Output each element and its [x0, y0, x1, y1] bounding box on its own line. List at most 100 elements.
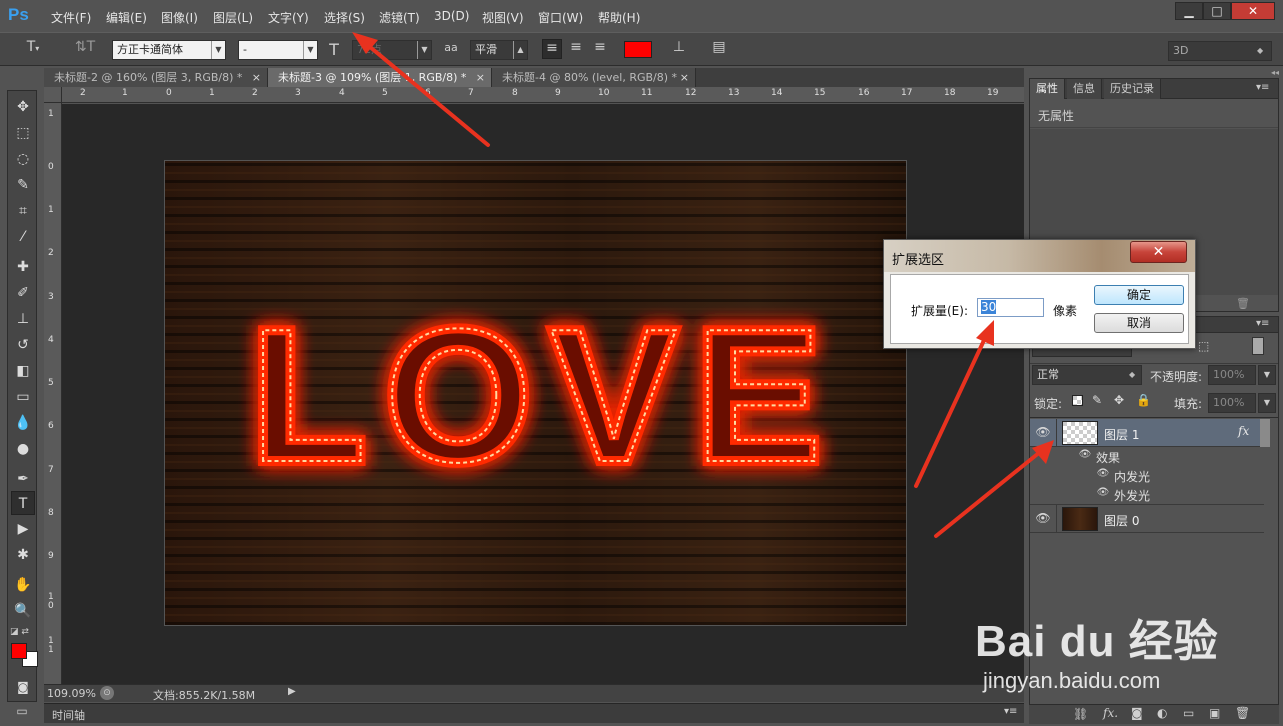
zoom-menu-icon[interactable]: ⊙: [100, 686, 114, 700]
maximize-button[interactable]: □: [1203, 2, 1231, 20]
add-style-icon[interactable]: fx.: [1103, 706, 1118, 720]
crop-tool-icon[interactable]: ⌗: [11, 199, 35, 223]
adjustment-layer-icon[interactable]: ◐: [1157, 706, 1167, 720]
menu-view[interactable]: 视图(V): [482, 9, 524, 26]
eye-icon[interactable]: 👁: [1092, 487, 1114, 498]
link-layers-icon[interactable]: ⛓: [1073, 707, 1088, 721]
align-right-icon[interactable]: ≡: [590, 39, 610, 59]
layer-name[interactable]: 图层 0: [1104, 512, 1139, 529]
menu-3d[interactable]: 3D(D): [434, 9, 469, 23]
layer-name[interactable]: 图层 1: [1104, 426, 1139, 443]
timeline-tab[interactable]: 时间轴: [52, 707, 85, 723]
minimize-button[interactable]: ▁: [1175, 2, 1203, 20]
align-center-icon[interactable]: ≡: [566, 39, 586, 59]
align-left-icon[interactable]: ≡: [542, 39, 562, 59]
type-tool-icon[interactable]: T: [11, 491, 35, 515]
eye-icon[interactable]: 👁: [1032, 511, 1054, 525]
menu-image[interactable]: 图像(I): [161, 9, 198, 26]
quick-mask-icon[interactable]: ◙: [11, 675, 35, 699]
eye-icon[interactable]: 👁: [1092, 468, 1114, 479]
zoom-tool-icon[interactable]: 🔍: [11, 599, 35, 623]
add-mask-icon[interactable]: ◙: [1131, 706, 1143, 720]
smart-object-filter-icon[interactable]: ⬚: [1198, 339, 1209, 353]
hand-tool-icon[interactable]: ✋: [11, 573, 35, 597]
close-window-button[interactable]: ✕: [1231, 2, 1275, 20]
menu-file[interactable]: 文件(F): [51, 9, 91, 26]
chevron-down-icon[interactable]: ▼: [1258, 365, 1276, 385]
menu-select[interactable]: 选择(S): [324, 9, 365, 26]
text-color-swatch[interactable]: [624, 41, 652, 58]
toggle-orientation-icon[interactable]: ⇅T: [74, 39, 96, 59]
type-tool-preset-icon[interactable]: T▾: [22, 39, 44, 59]
cancel-button[interactable]: 取消: [1094, 313, 1184, 333]
panel-menu-icon[interactable]: ▾≡: [1256, 318, 1269, 329]
character-panel-icon[interactable]: ▤: [708, 39, 730, 59]
history-brush-tool-icon[interactable]: ↺: [11, 333, 35, 357]
quick-select-tool-icon[interactable]: ✎: [11, 173, 35, 197]
layer-row-layer1[interactable]: 👁 图层 1 fx: [1030, 419, 1264, 447]
eye-icon[interactable]: 👁: [1032, 425, 1054, 439]
zoom-level[interactable]: 109.09%: [47, 687, 96, 700]
new-layer-icon[interactable]: ▣: [1209, 706, 1220, 720]
status-menu-arrow-icon[interactable]: ▶: [288, 686, 296, 697]
horizontal-ruler[interactable]: 2 1 0 1 2 3 4 5 6 7 8 9 10 11 12 13 14 15 16 17 18 19: [62, 87, 1024, 103]
lock-all-icon[interactable]: 🔒: [1136, 393, 1151, 407]
document-canvas[interactable]: LOVE LOVE: [164, 160, 907, 626]
new-group-icon[interactable]: ▭: [1183, 706, 1194, 720]
dodge-tool-icon[interactable]: ●: [11, 437, 35, 461]
screen-mode-icon[interactable]: ▭: [7, 704, 37, 724]
blur-tool-icon[interactable]: 💧: [11, 411, 35, 435]
lock-transparent-pixels-icon[interactable]: [1072, 395, 1084, 407]
panel-menu-icon[interactable]: ▾≡: [1004, 706, 1017, 717]
menu-help[interactable]: 帮助(H): [598, 9, 640, 26]
tab-history[interactable]: 历史记录: [1104, 79, 1161, 99]
warp-text-icon[interactable]: ⊥: [668, 39, 690, 59]
workspace-select[interactable]: 3D ◆: [1168, 41, 1272, 61]
close-tab-icon[interactable]: ×: [680, 68, 689, 87]
ruler-origin[interactable]: [44, 87, 62, 103]
font-family-select[interactable]: 方正卡通简体 ▼: [112, 40, 226, 60]
font-style-select[interactable]: - ▼: [238, 40, 318, 60]
path-selection-tool-icon[interactable]: ▶: [11, 517, 35, 541]
panel-menu-icon[interactable]: ▾≡: [1256, 82, 1269, 93]
eye-icon[interactable]: 👁: [1074, 449, 1096, 460]
close-tab-icon[interactable]: ×: [476, 68, 485, 87]
menu-filter[interactable]: 滤镜(T): [379, 9, 420, 26]
tab-document-4[interactable]: 未标题-4 @ 80% (level, RGB/8) * ×: [492, 68, 696, 87]
trash-icon[interactable]: 🗑: [1236, 297, 1250, 310]
trash-icon[interactable]: 🗑: [1235, 706, 1250, 720]
menu-layer[interactable]: 图层(L): [213, 9, 253, 26]
tab-info[interactable]: 信息: [1067, 79, 1102, 99]
fill-input[interactable]: 100%: [1208, 393, 1256, 413]
menu-window[interactable]: 窗口(W): [538, 9, 583, 26]
font-size-select[interactable]: 72点 ▼: [352, 40, 432, 60]
foreground-color-swatch[interactable]: [11, 643, 27, 659]
clone-stamp-tool-icon[interactable]: ⊥: [11, 307, 35, 331]
pen-tool-icon[interactable]: ✒: [11, 467, 35, 491]
shape-tool-icon[interactable]: ✱: [11, 543, 35, 567]
move-tool-icon[interactable]: ✥: [11, 95, 35, 119]
vertical-ruler[interactable]: 101234567891 01 1: [44, 103, 62, 685]
healing-brush-tool-icon[interactable]: ✚: [11, 255, 35, 279]
blend-mode-select[interactable]: 正常 ◆: [1032, 365, 1142, 385]
dialog-title-bar[interactable]: 扩展选区 ✕: [884, 240, 1195, 272]
close-tab-icon[interactable]: ×: [252, 68, 261, 87]
filter-toggle-switch[interactable]: [1252, 337, 1264, 355]
menu-type[interactable]: 文字(Y): [268, 9, 309, 26]
chevron-down-icon[interactable]: ▼: [1258, 393, 1276, 413]
scrollbar-thumb[interactable]: [1260, 419, 1270, 447]
antialias-select[interactable]: 平滑 ▲: [470, 40, 528, 60]
lock-image-pixels-icon[interactable]: ✎: [1092, 393, 1102, 407]
eyedropper-tool-icon[interactable]: ⁄: [11, 225, 35, 249]
collapse-panels-icon[interactable]: ◂◂: [1029, 68, 1279, 78]
opacity-input[interactable]: 100%: [1208, 365, 1256, 385]
fx-icon[interactable]: fx: [1238, 424, 1249, 438]
tab-document-2[interactable]: 未标题-2 @ 160% (图层 3, RGB/8) * ×: [44, 68, 268, 87]
lasso-tool-icon[interactable]: ◌: [11, 147, 35, 171]
gradient-tool-icon[interactable]: ▭: [11, 385, 35, 409]
brush-tool-icon[interactable]: ✐: [11, 281, 35, 305]
tab-document-3[interactable]: 未标题-3 @ 109% (图层 1, RGB/8) * ×: [268, 68, 492, 87]
dialog-close-button[interactable]: ✕: [1130, 241, 1187, 263]
ok-button[interactable]: 确定: [1094, 285, 1184, 305]
effect-inner-glow[interactable]: 内发光: [1114, 468, 1150, 485]
